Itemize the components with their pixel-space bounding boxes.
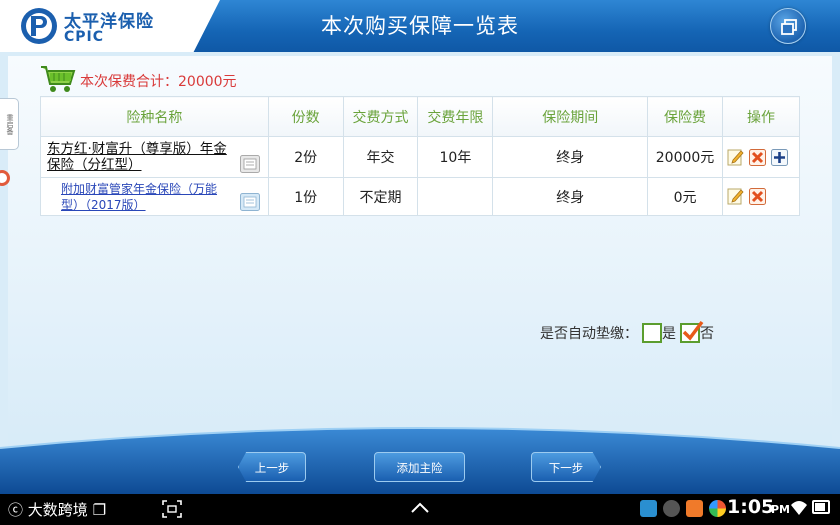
col-header-name: 险种名称 xyxy=(40,96,269,137)
auto-pay-yes-checkbox[interactable] xyxy=(642,323,662,343)
term-cell: 终身 xyxy=(492,177,649,216)
edit-icon[interactable] xyxy=(727,149,744,166)
auto-pay-option: 是否自动垫缴： 是 否 xyxy=(540,320,714,345)
app-header: 太平洋保险 CPIC 本次购买保障一览表 xyxy=(0,0,840,52)
browser-icon xyxy=(709,500,726,517)
edit-icon[interactable] xyxy=(727,188,744,205)
table-row: 东方红·财富升（尊享版）年金保险（分红型） 2份 年交 10年 终身 20000… xyxy=(40,136,800,178)
clock-time: 1:05 xyxy=(727,496,775,518)
product-name-cell: 附加财富管家年金保险（万能型）（2017版） xyxy=(40,177,269,216)
add-main-insurance-button[interactable]: 添加主险 xyxy=(374,452,465,482)
clock-ampm: PM xyxy=(771,503,791,516)
col-header-term: 保险期间 xyxy=(492,96,649,137)
notification-icons xyxy=(640,500,726,517)
document-icon[interactable] xyxy=(239,155,260,173)
col-header-actions: 操作 xyxy=(722,96,800,137)
actions-cell xyxy=(722,177,800,216)
pay-years-cell: 10年 xyxy=(417,136,494,178)
table-row: 附加财富管家年金保险（万能型）（2017版） 1份 不定期 终身 0元 xyxy=(40,177,800,216)
delete-icon[interactable] xyxy=(749,148,766,166)
main-product-link[interactable]: 东方红·财富升（尊享版）年金保险（分红型） xyxy=(41,141,268,173)
auto-pay-yes-label: 是 xyxy=(662,326,676,342)
premium-cell: 0元 xyxy=(647,177,723,216)
photo-icon xyxy=(686,500,703,517)
premium-total-text: 本次保费合计：20000元 xyxy=(80,74,237,90)
actions-cell xyxy=(722,136,800,178)
shopping-cart-icon xyxy=(41,66,76,92)
cat-icon xyxy=(663,500,680,517)
auto-pay-no-checkbox[interactable] xyxy=(680,320,704,343)
product-name-cell: 东方红·财富升（尊享版）年金保险（分红型） xyxy=(40,136,269,178)
col-header-premium: 保险费 xyxy=(647,96,723,137)
document-icon[interactable] xyxy=(239,193,260,211)
col-header-pay-years: 交费年限 xyxy=(417,96,494,137)
screenshot-icon[interactable] xyxy=(162,500,182,518)
premium-cell: 20000元 xyxy=(647,136,723,178)
wifi-icon xyxy=(791,501,807,515)
window-icon: ❐ xyxy=(92,501,107,519)
android-status-bar: ⓒ 大数跨境 ❐ 1:05 PM xyxy=(0,494,840,525)
window-restore-button[interactable] xyxy=(770,8,806,44)
page-title: 本次购买保障一览表 xyxy=(321,14,519,38)
shield-icon xyxy=(640,500,657,517)
pay-years-cell xyxy=(417,177,494,216)
delete-icon[interactable] xyxy=(749,188,766,205)
units-cell: 1份 xyxy=(267,177,344,216)
units-cell: 2份 xyxy=(267,136,344,178)
watermark-label: 大数跨境 xyxy=(27,501,88,519)
watermark-text: ⓒ 大数跨境 ❐ xyxy=(8,499,106,520)
next-step-button[interactable]: 下一步 xyxy=(531,452,601,482)
auto-pay-label: 是否自动垫缴： xyxy=(540,326,638,342)
term-cell: 终身 xyxy=(492,136,649,178)
col-header-pay-mode: 交费方式 xyxy=(342,96,419,137)
pay-mode-cell: 年交 xyxy=(342,136,419,178)
add-rider-icon[interactable] xyxy=(771,148,788,166)
prev-step-button[interactable]: 上一步 xyxy=(238,452,306,482)
table-header-row: 险种名称 份数 交费方式 交费年限 保险期间 保险费 操作 xyxy=(40,96,800,137)
side-restart-tab[interactable]: 重启备 xyxy=(0,98,19,150)
rider-product-link[interactable]: 附加财富管家年金保险（万能型）（2017版） xyxy=(41,181,268,213)
checkmark-icon xyxy=(682,320,704,341)
col-header-units: 份数 xyxy=(267,96,344,137)
plans-table: 险种名称 份数 交费方式 交费年限 保险期间 保险费 操作 东方红·财富升（尊享… xyxy=(40,96,800,216)
battery-icon xyxy=(812,500,830,514)
pay-mode-cell: 不定期 xyxy=(342,177,419,216)
chevron-up-icon[interactable] xyxy=(410,502,430,514)
app-logo-icon: ⓒ xyxy=(8,501,24,519)
window-restore-icon xyxy=(781,19,797,35)
